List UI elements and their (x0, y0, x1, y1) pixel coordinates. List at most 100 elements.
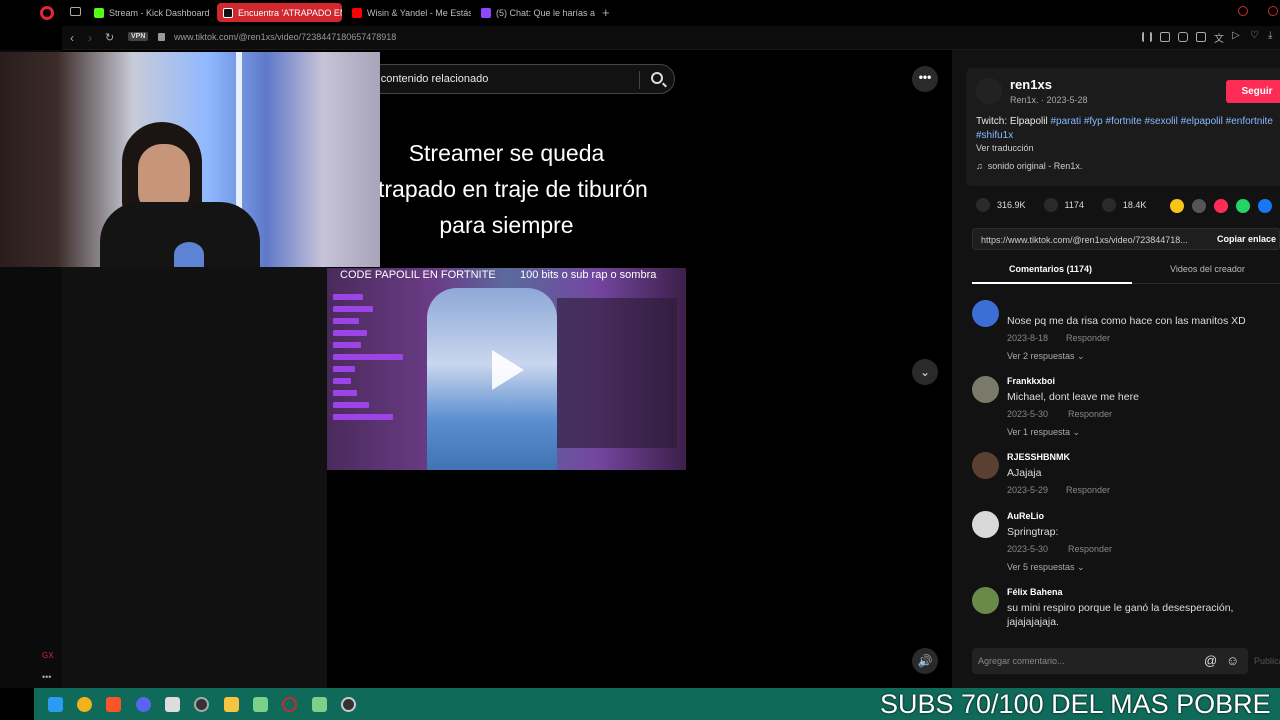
comment-username[interactable]: Félix Bahena (1007, 587, 1063, 597)
comment-date: 2023-5-30 (1007, 409, 1049, 419)
tab-tiktok[interactable]: Encuentra 'ATRAPADO EN (217, 3, 342, 22)
more-options-icon[interactable]: ••• (912, 66, 938, 92)
share-link-text[interactable]: https://www.tiktok.com/@ren1xs/video/723… (981, 235, 1188, 245)
hashtag-link[interactable]: #parati (1050, 116, 1081, 127)
video-caption-right: 100 bits o sub rap o sombra (520, 269, 657, 281)
heart-icon[interactable] (976, 198, 990, 212)
obs-icon[interactable] (194, 697, 209, 712)
brave-icon[interactable] (106, 697, 121, 712)
vpn-badge[interactable]: VPN (128, 32, 149, 41)
tab-comments[interactable]: Comentarios (1174) (1009, 264, 1092, 274)
opera-taskbar-icon[interactable] (282, 697, 297, 712)
like-stat[interactable]: 316.9K (976, 198, 1026, 212)
comment-avatar[interactable] (972, 587, 999, 614)
translate-link[interactable]: Ver traducción (976, 143, 1034, 153)
post-comment-button[interactable]: Publicar (1254, 656, 1280, 666)
bookmark-icon[interactable] (1142, 32, 1152, 42)
comment-stat[interactable]: 1174 (1043, 198, 1084, 212)
coin-app-icon[interactable] (77, 697, 92, 712)
extension-icon[interactable] (1196, 32, 1206, 42)
comment-avatar[interactable] (972, 300, 999, 327)
share-facebook-icon[interactable] (1258, 199, 1272, 213)
video-title-line-3: para siempre (439, 212, 574, 238)
reply-button[interactable]: Responder (1068, 544, 1112, 554)
hashtag-link[interactable]: #fortnite (1106, 116, 1142, 127)
add-comment-placeholder[interactable]: Agregar comentario... (978, 656, 1065, 666)
tab-menu-icon[interactable] (70, 7, 81, 16)
search-input[interactable]: r contenido relacionado (374, 73, 488, 85)
add-comment-field[interactable]: Agregar comentario... @ ☺ (972, 648, 1248, 674)
tab-kick-dashboard[interactable]: Stream - Kick Dashboard (88, 3, 213, 22)
hashtag-link[interactable]: #sexolil (1144, 116, 1177, 127)
reply-button[interactable]: Responder (1066, 333, 1110, 343)
heart-icon[interactable]: ♡ (1250, 30, 1260, 41)
comment-avatar[interactable] (972, 376, 999, 403)
stream-app-icon[interactable] (341, 697, 356, 712)
reload-icon[interactable]: ↻ (105, 31, 114, 44)
xbox-icon[interactable] (312, 697, 327, 712)
webcam-overlay (0, 52, 380, 267)
tab-options-icon[interactable] (1268, 6, 1278, 16)
author-avatar[interactable] (976, 78, 1002, 104)
emoji-icon[interactable]: ☺ (1226, 653, 1239, 668)
copy-link-button[interactable]: Copiar enlace (1217, 234, 1276, 244)
tiktok-search-bar[interactable]: r contenido relacionado (345, 64, 675, 94)
search-icon[interactable] (651, 72, 663, 84)
tab-twitch-chat[interactable]: (5) Chat: Que le harías a T (475, 3, 595, 22)
stream-subs-overlay: SUBS 70/100 DEL MAS POBRE (880, 689, 1271, 719)
download-icon[interactable]: ⤓ (1268, 30, 1278, 41)
snapshot-icon[interactable] (1160, 32, 1170, 42)
share-send-icon[interactable] (1214, 199, 1228, 213)
comment-avatar[interactable] (972, 452, 999, 479)
store-icon[interactable] (165, 697, 180, 712)
file-explorer-icon[interactable] (224, 697, 239, 712)
opera-logo-icon[interactable] (40, 6, 54, 20)
comment-tabs: Comentarios (1174) Videos del creador (972, 258, 1280, 284)
hashtag-link[interactable]: #enfortnite (1226, 116, 1273, 127)
gamepad-icon[interactable] (253, 697, 268, 712)
sidebar-gx-icon[interactable]: GX (42, 651, 54, 660)
view-replies-button[interactable]: Ver 1 respuesta ⌄ (1007, 427, 1080, 438)
share-whatsapp-icon[interactable] (1236, 199, 1250, 213)
shield-icon[interactable] (1178, 32, 1188, 42)
comment-username[interactable]: RJESSHBNMK (1007, 452, 1070, 462)
new-tab-icon[interactable]: + (602, 5, 610, 20)
mention-icon[interactable]: @ (1204, 653, 1217, 668)
comment-icon[interactable] (1043, 198, 1058, 212)
back-icon[interactable]: ‹ (70, 31, 74, 45)
send-icon[interactable]: ▷ (1232, 30, 1242, 41)
author-username[interactable]: ren1xs (1010, 77, 1052, 92)
translate-icon[interactable]: 文 (1214, 30, 1224, 45)
comment-username[interactable]: AuReLio (1007, 511, 1044, 521)
save-stat[interactable]: 18.4K (1101, 198, 1146, 212)
bookmark-icon[interactable] (1101, 198, 1116, 212)
address-bar: ‹ › ↻ VPN www.tiktok.com/@ren1xs/video/7… (62, 26, 1280, 50)
view-replies-button[interactable]: Ver 5 respuestas ⌄ (1007, 562, 1085, 573)
comment-username[interactable]: Frankkxboi (1007, 376, 1055, 386)
share-embed-icon[interactable] (1170, 199, 1184, 213)
comment-avatar[interactable] (972, 511, 999, 538)
url-field[interactable]: www.tiktok.com/@ren1xs/video/72384471806… (174, 32, 396, 42)
forward-icon[interactable]: › (88, 31, 92, 45)
volume-icon[interactable]: 🔊 (912, 648, 938, 674)
next-video-icon[interactable]: ⌄ (912, 359, 938, 385)
play-icon[interactable] (492, 350, 524, 390)
reply-button[interactable]: Responder (1066, 485, 1110, 495)
right-panel: ren1xs Ren1x. · 2023-5-28 Seguir Twitch:… (952, 50, 1280, 688)
search-tabs-icon[interactable] (1238, 6, 1248, 16)
discord-icon[interactable] (136, 697, 151, 712)
reply-button[interactable]: Responder (1068, 409, 1112, 419)
comment-date: 2023-8-18 (1007, 333, 1049, 343)
hashtag-link[interactable]: #fyp (1084, 116, 1103, 127)
follow-button[interactable]: Seguir (1226, 80, 1280, 103)
hashtag-link[interactable]: #shifu1x (976, 130, 1013, 141)
sidebar-more-icon[interactable]: ••• (42, 672, 51, 682)
view-replies-button[interactable]: Ver 2 respuestas ⌄ (1007, 351, 1085, 362)
hashtag-link[interactable]: #elpapolil (1181, 116, 1223, 127)
share-code-icon[interactable] (1192, 199, 1206, 213)
tab-youtube[interactable]: Wisin & Yandel - Me Estás (346, 3, 471, 22)
tab-creator-videos[interactable]: Videos del creador (1170, 264, 1245, 274)
windows-start-icon[interactable] (48, 697, 63, 712)
lock-icon (158, 33, 165, 41)
sound-link[interactable]: ♫ sonido original - Ren1x. (976, 161, 1082, 171)
